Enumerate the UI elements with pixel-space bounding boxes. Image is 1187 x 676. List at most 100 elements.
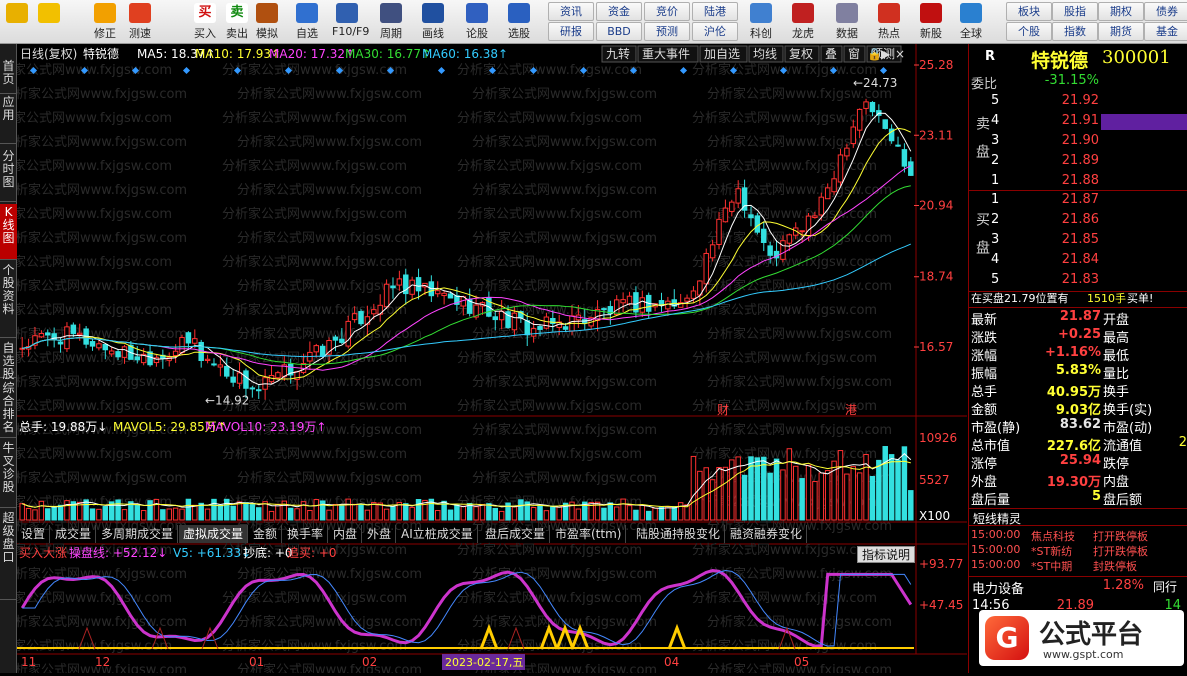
header-button-0[interactable]: 九转 <box>606 46 630 61</box>
select-tool[interactable]: 选股 <box>504 2 534 42</box>
indicator-tab-9[interactable]: 盘后成交量 <box>481 525 551 543</box>
indicator-tab-6[interactable]: 内盘 <box>329 525 363 543</box>
header-button-2[interactable]: 加自选 <box>704 47 740 61</box>
star-tool[interactable]: 自选 <box>292 2 322 42</box>
pin-icon[interactable]: ▶ <box>881 47 891 61</box>
indicator-tab-12[interactable]: 融资融券变化 <box>726 525 808 543</box>
leftnav-item-6[interactable]: 综合排名 <box>0 380 17 438</box>
indicator-tab-10[interactable]: 市盈率(ttm) <box>551 525 627 543</box>
up-down-arrow-tool[interactable]: 修正 <box>90 2 120 42</box>
kline-chart-area[interactable]: 分析家公式网www.fxjgsw.com 分析家公式网www.fxjgsw.com… <box>0 44 967 676</box>
leftnav-item-0[interactable]: 首页 <box>0 58 17 94</box>
sector-row[interactable]: 电力设备 1.28% 同行 <box>969 576 1187 597</box>
pencil-tool[interactable]: 画线 <box>418 2 448 42</box>
volume-bar <box>818 472 825 521</box>
bid-row[interactable]: 2 21.86 <box>969 212 1187 230</box>
toolbar-button-3[interactable]: 陆港 <box>692 2 738 21</box>
toolbar-button-6[interactable]: 预测 <box>644 22 690 41</box>
ipo-tool[interactable]: 新股 <box>916 2 946 42</box>
watermark-text: 分析家公式网www.fxjgsw.com <box>457 62 642 78</box>
leftnav-item-2[interactable]: 分时图 <box>0 148 17 202</box>
leftnav-item-3[interactable]: K线图 <box>0 204 17 260</box>
price-axis-label: 20.94 <box>919 199 953 213</box>
toolbar-button-13[interactable]: 指数 <box>1052 22 1098 41</box>
speed-tool[interactable]: 测速 <box>125 2 155 42</box>
header-button-4[interactable]: 复权 <box>789 47 813 61</box>
header-button-3[interactable]: 均线 <box>753 47 777 61</box>
header-button-5[interactable]: 叠 <box>825 47 837 61</box>
ask-row[interactable]: 5 21.92 <box>969 93 1187 111</box>
spirit-item[interactable]: 15:00:00 *ST新纺 打开跌停板 <box>969 543 1187 558</box>
bid-row[interactable]: 5 21.83 <box>969 272 1187 290</box>
toolbar-button-14[interactable]: 期货 <box>1098 22 1144 41</box>
toolbar-button-5[interactable]: BBD <box>596 22 642 41</box>
toolbar-button-8[interactable]: 板块 <box>1006 2 1052 21</box>
back-arrow-tool[interactable] <box>34 2 64 42</box>
volume-bar <box>287 507 294 521</box>
ask-price: 21.88 <box>1061 173 1099 188</box>
event-marker[interactable]: 港 <box>845 403 857 417</box>
ask-row[interactable]: 1 21.88 <box>969 173 1187 191</box>
indicator-tab-8[interactable]: AI立桩成交量 <box>397 525 478 543</box>
toolbar-button-12[interactable]: 个股 <box>1006 22 1052 41</box>
bid-row[interactable]: 4 21.84 <box>969 252 1187 270</box>
indicator-tab-2[interactable]: 多周期成交量 <box>97 525 179 543</box>
indicator-tab-0[interactable]: 设置 <box>17 525 51 543</box>
indicator-tab-5[interactable]: 换手率 <box>283 525 329 543</box>
discuss-tool[interactable]: 论股 <box>462 2 492 42</box>
globe-tool[interactable]: 全球 <box>956 2 986 42</box>
stock-name: 特锐德 <box>1031 50 1089 72</box>
toolbar-button-11[interactable]: 债券 <box>1144 2 1187 21</box>
bid-row[interactable]: 3 21.85 <box>969 232 1187 250</box>
toolbar-button-1[interactable]: 资金 <box>596 2 642 21</box>
header-button-6[interactable]: 窗 <box>848 47 860 61</box>
volume-bar <box>147 500 153 521</box>
leftnav-item-1[interactable]: 应用 <box>0 94 17 144</box>
watermark-text: 分析家公式网www.fxjgsw.com <box>17 134 187 150</box>
leftnav-item-5[interactable]: 自选股 <box>0 340 17 381</box>
star-market-tool[interactable]: 科创 <box>746 2 776 42</box>
clock-tool[interactable]: 周期 <box>376 2 406 42</box>
hot-tool[interactable]: 热点 <box>874 2 904 42</box>
indicator-tab-1[interactable]: 成交量 <box>51 525 97 543</box>
leftnav-item-7[interactable]: 牛叉诊股 <box>0 440 17 508</box>
gavel-tool[interactable]: 模拟 <box>252 2 282 42</box>
stat-label: 总手 <box>971 385 998 400</box>
pe-tool[interactable]: 数据 <box>832 2 862 42</box>
indicator-tab-3[interactable]: 虚拟成交量 <box>179 525 249 543</box>
f10-tool[interactable]: F10/F9 <box>332 2 369 42</box>
leftnav-item-4[interactable]: 个股资料 <box>0 262 17 338</box>
volume-bar <box>313 499 320 521</box>
lock-icon[interactable]: 🔒 <box>867 47 882 61</box>
indicator-tab-11[interactable]: 陆股通持股变化 <box>632 525 726 543</box>
event-marker[interactable]: 财 <box>717 403 729 417</box>
toolbar-button-7[interactable]: 沪伦 <box>692 22 738 41</box>
ask-row[interactable]: 4 21.91 <box>969 113 1187 131</box>
toolbar-button-15[interactable]: 基金 <box>1144 22 1187 41</box>
toolbar-button-10[interactable]: 期权 <box>1098 2 1144 21</box>
buy-tool[interactable]: 买买入 <box>190 2 220 42</box>
ask-row[interactable]: 3 21.90 <box>969 133 1187 151</box>
spirit-time: 15:00:00 <box>971 558 1021 571</box>
bid-row[interactable]: 1 21.87 <box>969 192 1187 210</box>
ask-row[interactable]: 2 21.89 <box>969 153 1187 171</box>
toolbar-button-9[interactable]: 股指 <box>1052 2 1098 21</box>
toolbar-button-4[interactable]: 研报 <box>548 22 594 41</box>
close-icon[interactable]: × <box>895 47 905 61</box>
indicator-tab-4[interactable]: 金额 <box>249 525 283 543</box>
spirit-item[interactable]: 15:00:00 焦点科技 打开跌停板 <box>969 528 1187 543</box>
toolbar-button-2[interactable]: 竞价 <box>644 2 690 21</box>
toolbar-button-0[interactable]: 资讯 <box>548 2 594 21</box>
indicator-help-button[interactable]: 指标说明 <box>857 546 916 563</box>
peer-tab[interactable]: 同行 <box>1153 578 1177 595</box>
sell-tool[interactable]: 卖卖出 <box>222 2 252 42</box>
dragon-tiger-tool[interactable]: 龙虎 <box>788 2 818 42</box>
candle-body <box>837 154 844 183</box>
watermark-text: 分析家公式网www.fxjgsw.com <box>692 542 877 558</box>
leftnav-item-8[interactable]: 超级盘口 <box>0 510 17 600</box>
windows-grid-tool[interactable] <box>2 2 32 42</box>
indicator-tab-7[interactable]: 外盘 <box>363 525 397 543</box>
spirit-header[interactable]: 短线精灵 <box>969 508 1187 526</box>
header-button-1[interactable]: 重大事件 <box>642 47 690 61</box>
spirit-item[interactable]: 15:00:00 *ST中期 封跌停板 <box>969 558 1187 573</box>
